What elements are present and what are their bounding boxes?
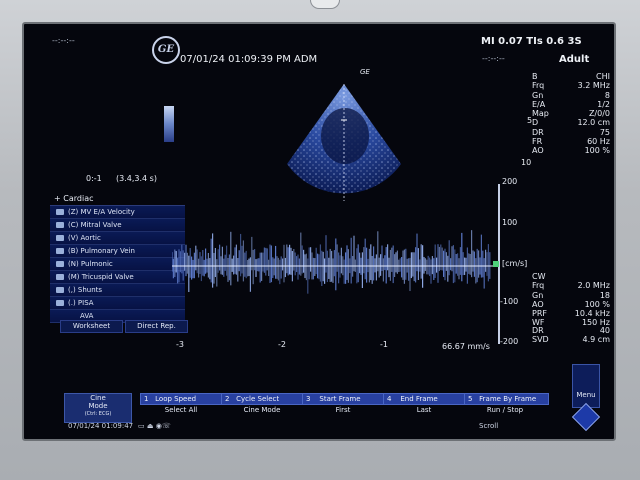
folder-icon [56, 235, 64, 241]
menu-title[interactable]: + Cardiac [50, 192, 185, 206]
cine-mode-key[interactable]: Cine Mode (Ctrl: ECG) [64, 393, 132, 423]
frame-by-frame-key[interactable]: 5 Frame By Frame [464, 393, 549, 405]
first-key[interactable]: First [302, 405, 384, 415]
param-cw: CW [532, 272, 546, 281]
menu-item-mitral[interactable]: (C) Mitral Valve [50, 219, 185, 232]
doppler-spectrum [172, 230, 497, 294]
param-fr: FR 60 Hz [532, 137, 610, 147]
folder-icon [56, 248, 64, 254]
param-cw-ao: AO 100 % [532, 299, 610, 309]
b-mode-params: B CHI Frq 3.2 MHz Gn 8 E/A 1/2 Map Z/0/0 D 12.… [532, 72, 614, 156]
phone-icon: ☏ [162, 422, 171, 430]
softkey-bar: Cine Mode (Ctrl: ECG) 1 Loop Speed 2 Cyc… [64, 393, 574, 423]
ratio-left: 0:-1 [86, 174, 102, 183]
menu-item-tricuspid[interactable]: (M) Tricuspid Valve [50, 271, 185, 284]
param-map: Map Z/0/0 [532, 109, 610, 119]
spectrum-waveform [172, 230, 491, 294]
param-cw-frq: Frq 2.0 MHz [532, 281, 610, 291]
menu-item-shunts[interactable]: (,) Shunts [50, 284, 185, 297]
scroll-label[interactable]: Scroll [479, 422, 498, 430]
ge-logo: GE [152, 36, 180, 64]
param-ea: E/A 1/2 [532, 99, 610, 109]
sweep-speed: 66.67 mm/s [442, 342, 490, 351]
menu-item-aortic[interactable]: (V) Aortic [50, 232, 185, 245]
sector-image [287, 84, 401, 201]
folder-icon [56, 287, 64, 293]
last-key[interactable]: Last [383, 405, 465, 415]
folder-icon [56, 261, 64, 267]
ratio-right: (3.4,3.4 s) [116, 174, 157, 183]
mi-tis-readout: MI 0.07 TIs 0.6 3S [481, 36, 582, 47]
dr-params: DR 40 SVD 4.9 cm [532, 326, 614, 345]
run-stop-key[interactable]: Run / Stop [464, 405, 546, 415]
param-cw-dr: DR 40 [532, 326, 610, 335]
param-d: D 12.0 cm [532, 118, 610, 128]
status-datetime: 07/01/24 01:09:47 [68, 422, 134, 430]
scale-neg100: -100 [500, 297, 519, 306]
cycle-select-key[interactable]: 2 Cycle Select [221, 393, 304, 405]
menu-item-mv-ea[interactable]: (Z) MV E/A Velocity [50, 206, 185, 219]
depth-mark-10: 10 [521, 158, 532, 167]
printer-icon: ▭ [138, 422, 145, 430]
status-icons: ▭ ⏏ ◉ [138, 422, 162, 430]
baseline-marker[interactable] [493, 261, 499, 267]
disk-icon: ◉ [155, 422, 162, 430]
header-right-clock: --:--:-- [482, 54, 505, 63]
scale-neg200: -200 [500, 337, 519, 346]
param-dr: DR 75 [532, 127, 610, 137]
time-label-3: -3 [176, 340, 184, 349]
time-label-2: -2 [278, 340, 286, 349]
folder-icon [56, 222, 64, 228]
param-b: B CHI [532, 72, 610, 81]
loop-speed-key[interactable]: 1 Loop Speed [140, 393, 223, 405]
scale-unit: [cm/s] [502, 259, 528, 268]
eject-icon: ⏏ [146, 422, 154, 430]
folder-icon [56, 274, 64, 280]
preset-label: Adult [559, 54, 590, 65]
heart-chamber [321, 108, 369, 164]
param-cw-gn: Gn 18 [532, 290, 610, 300]
cine-mode-sub-key[interactable]: Cine Mode [221, 405, 303, 415]
measure-menu: + Cardiac (Z) MV E/A Velocity (C) Mitral… [50, 192, 185, 323]
menu-item-pisa[interactable]: (.) PISA [50, 297, 185, 310]
end-frame-key[interactable]: 4 End Frame [383, 393, 466, 405]
param-frq: Frq 3.2 MHz [532, 81, 610, 91]
param-ao: AO 100 % [532, 146, 610, 156]
header-left-clock: --:--:-- [52, 36, 75, 45]
param-gn: Gn 8 [532, 90, 610, 100]
cw-params: CW Frq 2.0 MHz Gn 18 AO 100 % PRF 10.4 kHz W… [532, 272, 614, 328]
worksheet-button[interactable]: Worksheet [60, 320, 123, 333]
folder-icon [56, 209, 64, 215]
select-all-key[interactable]: Select All [140, 405, 222, 415]
scale-200: 200 [502, 177, 518, 186]
header-datetime: 07/01/24 01:09:39 PM ADM [180, 54, 318, 65]
start-frame-key[interactable]: 3 Start Frame [302, 393, 385, 405]
param-svd: SVD 4.9 cm [532, 335, 610, 345]
param-prf: PRF 10.4 kHz [532, 309, 610, 319]
menu-button[interactable]: Menu [572, 364, 600, 408]
scale-100: 100 [502, 218, 518, 227]
grayscale-bar [164, 106, 174, 142]
menu-item-pulm-vein[interactable]: (B) Pulmonary Vein [50, 245, 185, 258]
sector-ge-label: GE [360, 68, 370, 76]
depth-mark-5: 5 [527, 116, 533, 125]
folder-icon [56, 300, 64, 306]
bezel-camera [310, 0, 340, 9]
menu-item-pulmonic[interactable]: (N) Pulmonic [50, 258, 185, 271]
worksheet-row: Worksheet Direct Rep. [60, 320, 190, 333]
ultrasound-screen: --:--:-- GE 07/01/24 01:09:39 PM ADM MI … [22, 22, 616, 441]
time-label-1: -1 [380, 340, 388, 349]
